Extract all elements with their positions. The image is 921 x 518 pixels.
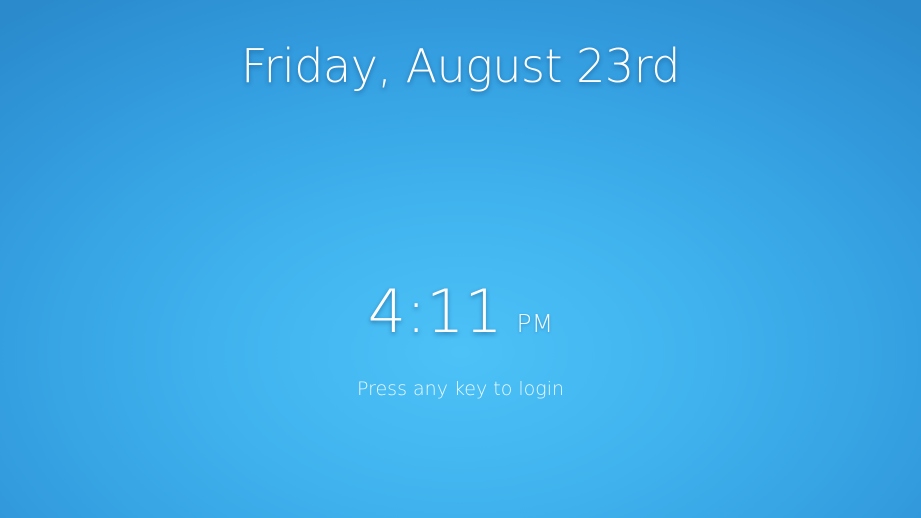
clock-ampm: PM: [516, 309, 554, 338]
date-label: Friday, August 23rd: [241, 39, 681, 93]
clock-time: 4:11: [367, 277, 503, 347]
lock-screen[interactable]: Friday, August 23rd 4:11 PM Press any key…: [0, 0, 921, 518]
clock: 4:11 PM: [0, 274, 921, 365]
login-hint: Press any key to login: [356, 378, 565, 400]
